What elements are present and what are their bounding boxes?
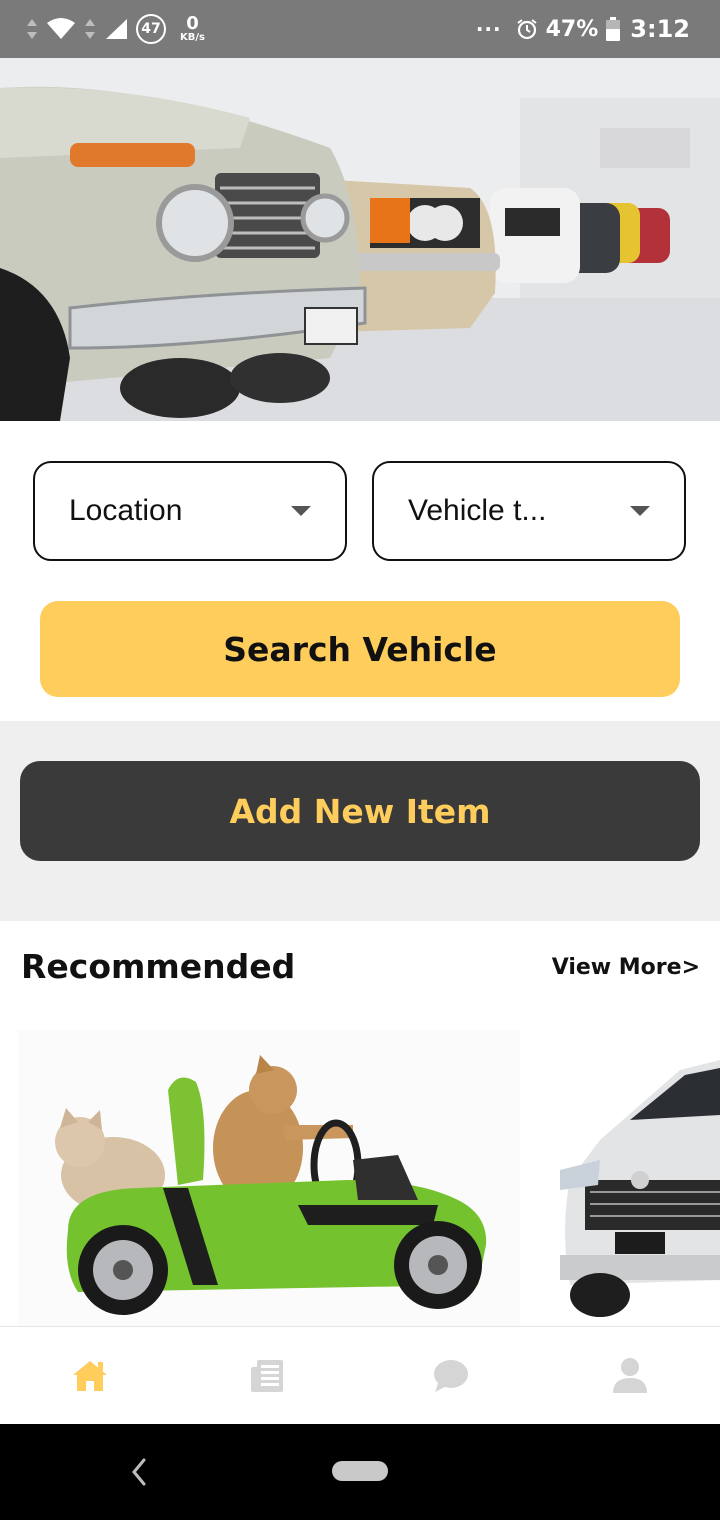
vehicle-type-dropdown[interactable]: Vehicle t...	[372, 461, 686, 561]
data-arrows-icon	[84, 17, 96, 41]
view-more-link[interactable]: View More>	[552, 955, 700, 980]
back-icon[interactable]	[128, 1452, 148, 1496]
location-dropdown-label: Location	[69, 494, 183, 527]
chevron-down-icon	[630, 506, 650, 516]
chevron-down-icon	[291, 506, 311, 516]
home-icon	[73, 1360, 107, 1391]
recommended-card[interactable]	[560, 1030, 720, 1326]
news-icon	[251, 1359, 283, 1392]
status-right: ··· 47% 3:12	[476, 15, 690, 43]
profile-icon	[613, 1357, 647, 1393]
hero-banner-image	[0, 58, 720, 421]
nav-profile[interactable]	[600, 1346, 660, 1406]
recommended-card[interactable]	[18, 1030, 520, 1326]
system-navigation-bar	[0, 1424, 720, 1520]
location-dropdown[interactable]: Location	[33, 461, 347, 561]
silver-suv-image	[560, 1030, 720, 1326]
add-new-item-button[interactable]: Add New Item	[20, 761, 700, 861]
alarm-icon	[516, 18, 538, 40]
vehicle-type-dropdown-label: Vehicle t...	[408, 494, 547, 527]
hero-cars-illustration	[0, 58, 720, 421]
status-bar: 47 0 KB/s ··· 47% 3:12	[0, 0, 720, 58]
signal-icon	[104, 17, 128, 41]
network-speed-unit: KB/s	[180, 32, 205, 43]
nav-chat[interactable]	[420, 1346, 480, 1406]
wifi-icon	[46, 17, 76, 41]
network-speed: 0 KB/s	[180, 15, 205, 43]
nav-home[interactable]	[60, 1346, 120, 1406]
clock: 3:12	[630, 15, 690, 43]
green-kart-cats-image	[18, 1030, 520, 1326]
battery-percent: 47%	[545, 16, 599, 42]
status-left: 47 0 KB/s	[26, 14, 205, 44]
more-notifications-icon: ···	[475, 17, 502, 41]
data-arrows-icon	[26, 17, 38, 41]
recommended-heading: Recommended	[21, 947, 296, 986]
notification-count-badge: 47	[136, 14, 166, 44]
search-vehicle-button[interactable]: Search Vehicle	[40, 601, 680, 697]
battery-icon	[606, 17, 621, 41]
nav-news[interactable]	[240, 1346, 300, 1406]
home-pill-button[interactable]	[332, 1461, 388, 1481]
network-speed-value: 0	[186, 13, 199, 34]
bottom-navigation	[0, 1326, 720, 1424]
chat-icon	[434, 1359, 468, 1392]
